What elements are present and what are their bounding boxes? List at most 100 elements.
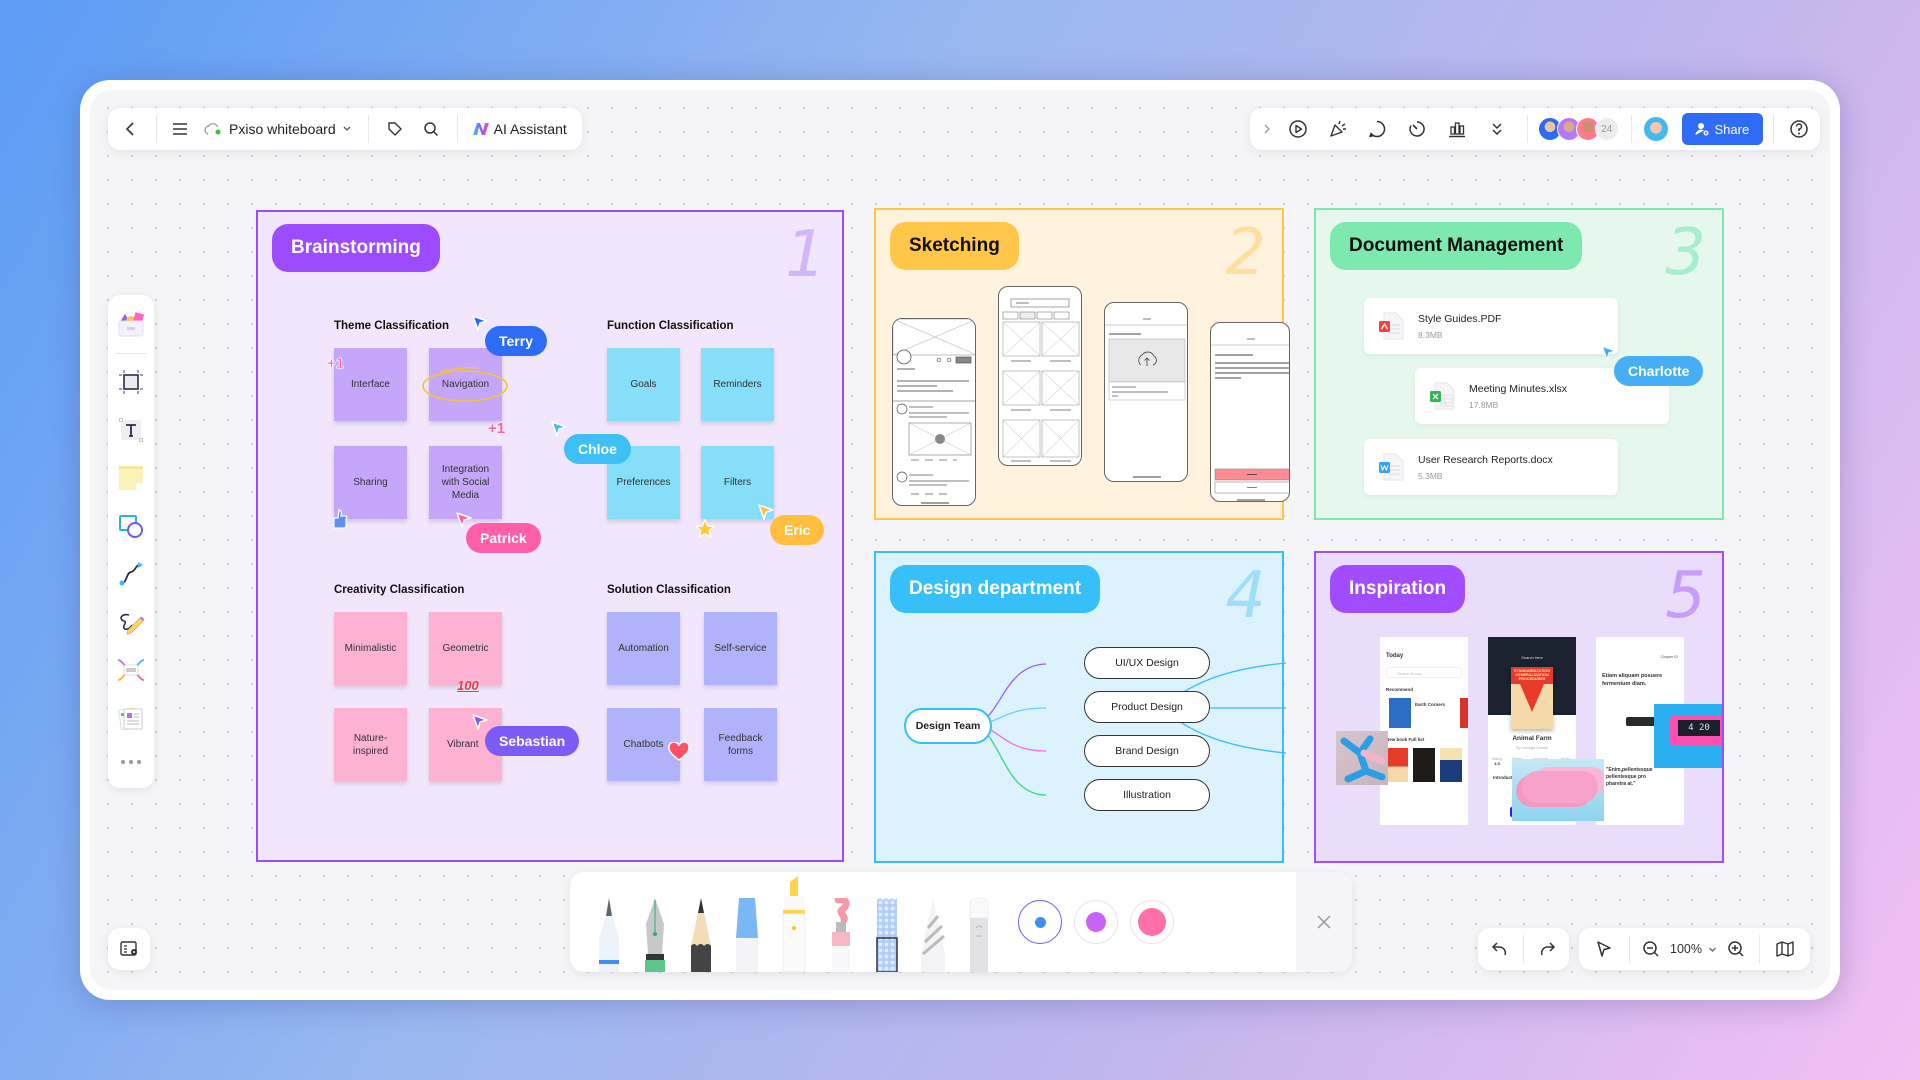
- cloud-synced-icon: [204, 123, 221, 135]
- frame-sketching[interactable]: Sketching 2: [874, 208, 1290, 520]
- vote-button[interactable]: [1437, 108, 1477, 150]
- pdf-file-icon: [1379, 312, 1404, 340]
- cover-text: STANDARDIZATION GENERALIZATION PROCEDURE…: [1511, 667, 1553, 684]
- close-pen-toolbar-button[interactable]: [1312, 910, 1336, 934]
- sticky-note[interactable]: Automation: [607, 612, 680, 685]
- tag-button[interactable]: [377, 108, 413, 150]
- expand-toolbar-button[interactable]: [1256, 108, 1278, 150]
- tool-pencil[interactable]: [684, 898, 718, 972]
- fountain-pen-icon: [645, 898, 665, 972]
- tool-mind-map[interactable]: [107, 646, 155, 694]
- tool-eraser[interactable]: [962, 897, 996, 972]
- tool-cone-brush[interactable]: [916, 898, 950, 972]
- washi-tape-icon: [876, 898, 898, 973]
- book-title: Earth Corners: [1415, 702, 1446, 707]
- tool-sticky-note[interactable]: [107, 454, 155, 502]
- divider: [1522, 935, 1524, 963]
- mind-map-node[interactable]: Illustration: [1084, 779, 1210, 811]
- frame-brainstorming[interactable]: Brainstorming 1 Theme Classification Fun…: [256, 210, 844, 862]
- screen-heading: Today: [1386, 653, 1404, 659]
- sticky-note[interactable]: Feedback forms: [704, 708, 777, 781]
- select-tool-button[interactable]: [1585, 928, 1623, 970]
- share-button[interactable]: Share: [1681, 113, 1764, 145]
- color-option-blue[interactable]: [1018, 900, 1062, 944]
- sticky-note[interactable]: Reminders: [701, 348, 774, 421]
- sticky-note[interactable]: Integration with Social Media: [429, 446, 502, 519]
- timer-button[interactable]: [1397, 108, 1437, 150]
- book-cover: [1440, 748, 1462, 782]
- divider: [156, 115, 157, 143]
- chevron-right-icon: [1264, 124, 1270, 134]
- back-button[interactable]: [114, 108, 148, 150]
- sticky-note[interactable]: Goals: [607, 348, 680, 421]
- tool-text[interactable]: [107, 406, 155, 454]
- zoom-out-icon: [1643, 941, 1659, 957]
- celebrate-icon: [1329, 120, 1346, 137]
- sticky-note-icon: [119, 466, 144, 491]
- sticky-note[interactable]: Interface: [334, 348, 407, 421]
- board-name-dropdown[interactable]: Pxiso whiteboard: [195, 108, 360, 150]
- slides-settings-icon: [120, 941, 137, 956]
- mind-map-node[interactable]: Product Design: [1084, 691, 1210, 723]
- current-user-avatar[interactable]: [1643, 117, 1668, 141]
- tool-pen[interactable]: [107, 598, 155, 646]
- heart-icon: [668, 741, 690, 761]
- tool-more[interactable]: [107, 742, 155, 782]
- mind-map-node[interactable]: UI/UX Design: [1084, 647, 1210, 679]
- ai-assistant-button[interactable]: AI Assistant: [466, 108, 573, 150]
- celebrate-button[interactable]: [1318, 108, 1358, 150]
- excel-file-icon: [1430, 382, 1455, 410]
- sticky-note[interactable]: Nature-inspired: [334, 708, 407, 781]
- help-button[interactable]: [1784, 108, 1814, 150]
- zoom-out-button[interactable]: [1636, 928, 1666, 970]
- file-card[interactable]: User Research Reports.docx 5.3MB: [1364, 439, 1618, 495]
- tool-marker[interactable]: [730, 898, 764, 972]
- collaborator-count: 24: [1594, 117, 1619, 141]
- divider: [367, 115, 369, 143]
- whiteboard-canvas[interactable]: Pxiso whiteboard AI Assistant 24 Share B…: [90, 90, 1830, 990]
- tool-cards[interactable]: [107, 694, 155, 742]
- divider: [1630, 115, 1632, 143]
- color-option-pink[interactable]: [1130, 900, 1174, 944]
- search-button[interactable]: [413, 108, 449, 150]
- color-option-purple[interactable]: [1074, 900, 1118, 944]
- wireframe-product-grid[interactable]: [998, 286, 1082, 466]
- chevron-down-icon: [343, 126, 351, 131]
- zoom-level-dropdown[interactable]: 100%: [1666, 928, 1721, 970]
- file-card[interactable]: Style Guides.PDF 8.3MB: [1364, 298, 1618, 354]
- photo-pink-cloud[interactable]: [1512, 759, 1604, 821]
- mind-map-node[interactable]: Brand Design: [1084, 735, 1210, 767]
- undo-button[interactable]: [1480, 928, 1520, 970]
- sticky-note[interactable]: Geometric: [429, 612, 502, 685]
- tool-connector[interactable]: [107, 550, 155, 598]
- menu-button[interactable]: [165, 108, 195, 150]
- tool-templates[interactable]: [107, 301, 155, 349]
- tool-washi-tape[interactable]: [870, 898, 904, 973]
- slides-settings-button[interactable]: [108, 928, 150, 970]
- present-button[interactable]: [1278, 108, 1318, 150]
- frame-inspiration[interactable]: Inspiration 5 Today Search Books Recomme…: [1314, 551, 1724, 863]
- more-tools-button[interactable]: [1477, 108, 1517, 150]
- hamburger-icon: [173, 123, 187, 135]
- tool-shapes[interactable]: [107, 502, 155, 550]
- mind-map-root[interactable]: Design Team: [904, 708, 992, 744]
- tool-frame[interactable]: [107, 358, 155, 406]
- sticky-note[interactable]: Minimalistic: [334, 612, 407, 685]
- tool-highlighter[interactable]: [774, 876, 814, 973]
- tool-paint-tube[interactable]: [824, 896, 858, 972]
- tool-pen-ballpoint[interactable]: [592, 898, 626, 972]
- comment-button[interactable]: [1357, 108, 1397, 150]
- inspiration-screen-books-home[interactable]: Today Search Books Recommend Earth Corne…: [1380, 637, 1468, 825]
- tool-fountain-pen[interactable]: [638, 898, 672, 972]
- redo-button[interactable]: [1527, 928, 1567, 970]
- photo-pink-clock[interactable]: 4 20: [1654, 704, 1722, 768]
- collaborators[interactable]: 24: [1537, 117, 1619, 141]
- zoom-in-button[interactable]: [1721, 928, 1751, 970]
- wireframe-form[interactable]: [1210, 322, 1290, 502]
- minimap-button[interactable]: [1768, 928, 1802, 970]
- photo-balloon-dog[interactable]: [1336, 731, 1388, 785]
- frame-design[interactable]: Design department 4 Design Team UI/UX De…: [874, 551, 1286, 863]
- wireframe-profile[interactable]: [892, 318, 976, 506]
- wireframe-upload[interactable]: [1104, 302, 1188, 482]
- sticky-note[interactable]: Self-service: [704, 612, 777, 685]
